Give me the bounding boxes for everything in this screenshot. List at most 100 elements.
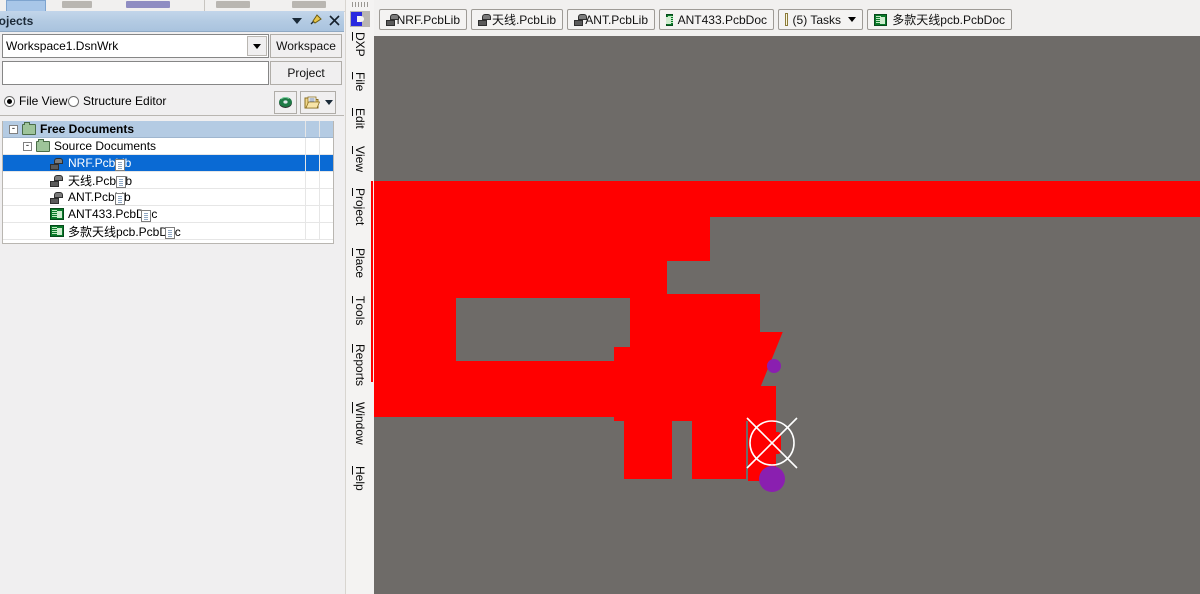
radio-file-view[interactable]: File View <box>4 94 67 108</box>
rail-menu-place[interactable]: Place <box>346 248 374 281</box>
pcblib-icon <box>50 191 64 204</box>
panel-dropdown-button[interactable] <box>292 17 302 24</box>
panel-close-button[interactable] <box>329 15 340 26</box>
tree-row[interactable]: ANT.PcbLib <box>3 189 333 206</box>
document-tab-bar[interactable]: NRF.PcbLib 天线.PcbLib ANT.PcbLib ANT433.PcbD… <box>374 0 1200 37</box>
radio-structure-editor[interactable]: Structure Editor <box>68 94 166 108</box>
rail-menu-dxp[interactable]: DXP <box>346 32 374 60</box>
rail-menu-project[interactable]: Project <box>346 188 374 228</box>
rail-menu-edit[interactable]: Edit <box>346 108 374 132</box>
tree-row[interactable]: 多款天线pcb.PcbDoc <box>3 223 333 240</box>
project-row: Project <box>0 61 344 85</box>
document-tab-label: 天线.PcbLib <box>491 13 556 27</box>
pcb-canvas[interactable] <box>374 36 1200 594</box>
rail-menu-window[interactable]: Window <box>346 402 374 448</box>
render-options-button[interactable] <box>274 91 297 114</box>
rail-menu-label: View <box>353 146 367 173</box>
project-button[interactable]: Project <box>270 61 342 85</box>
document-tab-label: ANT433.PcbDoc <box>677 12 767 27</box>
pcblib-icon <box>50 157 64 170</box>
panel-title-bar[interactable]: rojects <box>0 11 344 32</box>
document-status-icon <box>141 210 152 222</box>
radio-icon <box>4 95 15 107</box>
view-mode-row: File View Structure Editor <box>0 89 344 116</box>
document-tab-6[interactable]: 多款天线pcb.PcbDoc <box>867 9 1012 30</box>
chevron-down-icon[interactable] <box>324 100 333 105</box>
tree-row[interactable]: - Source Documents <box>3 138 333 155</box>
toolbar-chip[interactable] <box>292 1 326 8</box>
close-icon <box>329 15 340 26</box>
document-status-icon <box>115 159 126 171</box>
pcblib-icon <box>478 13 491 26</box>
rail-menu-view[interactable]: View <box>346 146 374 175</box>
workspace-button[interactable]: Workspace <box>270 34 342 58</box>
rail-menu-file[interactable]: File <box>346 72 374 94</box>
task-icon <box>785 13 788 26</box>
toolbar-chip[interactable] <box>126 1 170 8</box>
via-upper[interactable] <box>767 359 781 373</box>
rail-menu-label: Place <box>353 248 367 279</box>
top-plane[interactable] <box>374 181 1200 217</box>
workspace-combo-arrow[interactable] <box>247 36 267 56</box>
chevron-down-icon <box>292 17 302 24</box>
folder-icon <box>22 121 36 135</box>
tree-row[interactable]: - Free Documents <box>3 121 333 138</box>
rail-menu-label: Project <box>353 188 367 226</box>
document-status-icon <box>114 193 125 205</box>
tree-expander-icon[interactable]: - <box>9 124 18 134</box>
tree-grid-cell <box>319 189 333 205</box>
document-tab-2[interactable]: 天线.PcbLib <box>471 9 563 30</box>
radio-structure-editor-label: Structure Editor <box>83 94 167 108</box>
toolbar-separator <box>204 0 205 11</box>
dxp-logo-icon[interactable] <box>350 11 370 27</box>
pin-icon <box>310 14 322 25</box>
rail-menu-label: Tools <box>353 296 367 326</box>
chevron-down-icon <box>253 43 261 49</box>
document-tab-label: ANT.PcbLib <box>585 12 648 27</box>
tree-expander-icon[interactable]: - <box>23 141 32 151</box>
rail-menu-tools[interactable]: Tools <box>346 296 374 328</box>
chevron-down-icon[interactable] <box>848 17 856 22</box>
workspace-combo[interactable]: Workspace1.DsnWrk <box>2 34 269 58</box>
pcbdoc-icon <box>874 13 888 26</box>
rail-grip-handle[interactable] <box>352 2 368 7</box>
document-tab-1[interactable]: NRF.PcbLib <box>379 9 467 30</box>
open-document-button[interactable] <box>300 91 336 114</box>
page-title: rojects <box>0 14 34 28</box>
toolbar-chip[interactable] <box>216 1 250 8</box>
tree-grid-cell <box>319 172 333 188</box>
finger-right[interactable] <box>692 417 746 479</box>
rail-menu-help[interactable]: Help <box>346 466 374 494</box>
radio-icon <box>68 95 79 107</box>
plane-mid-band[interactable] <box>456 261 667 298</box>
tree-grid-cell <box>319 155 333 171</box>
rail-menu-reports[interactable]: Reports <box>346 344 374 389</box>
document-tab-label: NRF.PcbLib <box>396 12 460 27</box>
plane-left-body[interactable] <box>374 217 456 417</box>
tree-row[interactable]: 天线.PcbLib <box>3 172 333 189</box>
document-tab-5[interactable]: (5) Tasks <box>778 9 863 30</box>
document-tab-3[interactable]: ANT.PcbLib <box>567 9 655 30</box>
file-tree[interactable]: - Free Documents - Source Documents NRF.PcbL… <box>2 121 334 244</box>
pcbdoc-icon <box>665 13 673 26</box>
plane-upper-right[interactable] <box>456 217 710 261</box>
tree-grid-cell <box>319 223 333 239</box>
projects-panel: rojects Workspace1.DsnWrk <box>0 11 344 594</box>
finger-left[interactable] <box>624 417 672 479</box>
rail-menu-label: Window <box>353 402 367 445</box>
via-bottom[interactable] <box>759 466 785 492</box>
rail-menu-label: Help <box>353 466 367 491</box>
toolbar-chip[interactable] <box>62 1 92 8</box>
panel-pin-button[interactable] <box>309 13 322 28</box>
document-tab-label: 多款天线pcb.PcbDoc <box>892 13 1005 27</box>
tree-row[interactable]: ANT433.PcbDoc <box>3 206 333 223</box>
document-tab-4[interactable]: ANT433.PcbDoc <box>659 9 774 30</box>
tree-row[interactable]: NRF.PcbLib <box>3 155 333 172</box>
project-field[interactable] <box>2 61 269 85</box>
pcblib-icon <box>386 13 399 26</box>
tree-grid-cell <box>319 138 333 154</box>
via-pad-copper[interactable] <box>763 432 781 454</box>
rail-menu-label: DXP <box>353 32 367 57</box>
document-status-icon <box>116 176 127 188</box>
tree-row-label: Source Documents <box>54 139 157 153</box>
